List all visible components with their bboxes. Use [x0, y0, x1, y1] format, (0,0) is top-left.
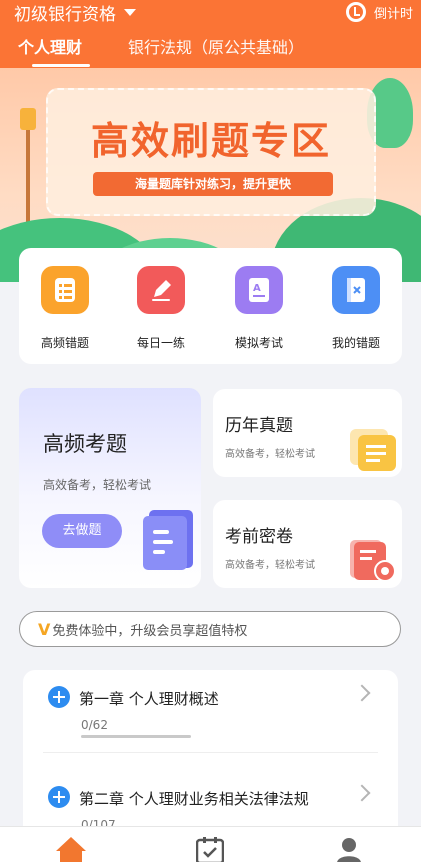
vip-upgrade-banner[interactable]: V 免费体验中，升级会员享超值特权 — [19, 611, 401, 647]
svg-text:A: A — [253, 283, 261, 294]
quick-action-label[interactable]: 每日一练 — [121, 334, 201, 351]
document-icon — [143, 506, 197, 574]
chapter-item[interactable]: 第一章 个人理财概述 0/62 — [23, 670, 398, 754]
chevron-right-icon[interactable] — [353, 684, 371, 702]
divider — [43, 752, 378, 753]
user-icon[interactable] — [336, 837, 362, 862]
tab-banking-law[interactable]: 银行法规（原公共基础） — [128, 34, 304, 58]
quick-action-label[interactable]: 高频错题 — [25, 334, 105, 351]
quick-action-my-wrong[interactable]: 我的错题 — [316, 266, 396, 351]
card-subtitle: 高效备考，轻松考试 — [43, 478, 152, 492]
chapter-progress-text: 0/62 — [81, 718, 108, 732]
chevron-right-icon[interactable] — [353, 784, 371, 802]
quick-actions-panel: 高频错题 每日一练 A 模拟考试 我的错题 — [19, 248, 402, 364]
caret-down-icon[interactable] — [124, 8, 136, 16]
expand-plus-icon[interactable] — [48, 786, 70, 808]
home-icon[interactable] — [56, 837, 86, 862]
lamp-decoration — [20, 108, 36, 130]
bottom-navigation — [0, 826, 421, 862]
frequent-questions-card[interactable]: 高频考题 高效备考，轻松考试 去做题 — [19, 388, 201, 588]
countdown-label[interactable]: 倒计时 — [374, 3, 413, 22]
quick-action-label[interactable]: 模拟考试 — [219, 334, 299, 351]
subject-tabs: 个人理财 银行法规（原公共基础） — [0, 34, 421, 68]
list-icon[interactable] — [41, 266, 89, 314]
app-header: 初级银行资格 倒计时 个人理财 银行法规（原公共基础） — [0, 0, 421, 68]
start-practice-button[interactable]: 去做题 — [42, 514, 122, 548]
banner-subtitle: 海量题库针对练习，提升更快 — [93, 172, 333, 196]
banner-card: 高效刷题专区 海量题库针对练习，提升更快 — [46, 88, 376, 216]
pencil-icon[interactable] — [137, 266, 185, 314]
expand-plus-icon[interactable] — [48, 686, 70, 708]
card-subtitle: 高效备考，轻松考试 — [225, 560, 315, 571]
chapter-title[interactable]: 第二章 个人理财业务相关法律法规 — [79, 788, 309, 809]
banner-title: 高效刷题专区 — [90, 119, 331, 163]
exam-title[interactable]: 初级银行资格 — [14, 0, 116, 25]
exam-selector[interactable]: 初级银行资格 — [14, 0, 136, 25]
card-title[interactable]: 考前密卷 — [225, 522, 293, 547]
active-tab-indicator — [32, 64, 90, 67]
tab-personal-finance[interactable]: 个人理财 — [18, 34, 82, 58]
vip-text[interactable]: 免费体验中，升级会员享超值特权 — [52, 620, 247, 639]
pre-exam-secret-card[interactable]: 考前密卷 高效备考，轻松考试 — [213, 500, 402, 588]
countdown-button[interactable]: 倒计时 — [345, 0, 413, 24]
quick-action-frequent-wrong[interactable]: 高频错题 — [25, 266, 105, 351]
notepad-icon — [350, 429, 396, 475]
quick-action-daily-practice[interactable]: 每日一练 — [121, 266, 201, 351]
quick-action-mock-exam[interactable]: A 模拟考试 — [219, 266, 299, 351]
vip-mark: V — [38, 619, 51, 639]
target-paper-icon — [350, 540, 396, 586]
exam-icon[interactable]: A — [235, 266, 283, 314]
past-exams-card[interactable]: 历年真题 高效备考，轻松考试 — [213, 389, 402, 477]
quick-action-label[interactable]: 我的错题 — [316, 334, 396, 351]
card-title[interactable]: 历年真题 — [225, 411, 293, 436]
chapter-progress-bar — [81, 735, 191, 738]
alarm-clock-icon[interactable] — [345, 2, 366, 22]
calendar-icon[interactable] — [195, 837, 225, 862]
card-subtitle: 高效备考，轻松考试 — [225, 449, 315, 460]
chapter-title[interactable]: 第一章 个人理财概述 — [79, 688, 219, 709]
wrong-book-icon[interactable] — [332, 266, 380, 314]
card-title[interactable]: 高频考题 — [43, 428, 127, 458]
